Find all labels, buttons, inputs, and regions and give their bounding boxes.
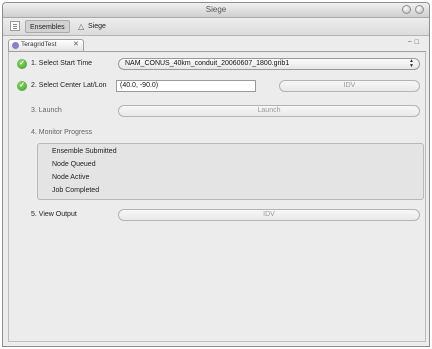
- step-label: 3. Launch: [31, 107, 62, 114]
- step-monitor-progress: 4. Monitor Progress: [9, 129, 427, 141]
- start-time-select[interactable]: NAM_CONUS_40km_conduit_20060607_1800.gri…: [118, 58, 420, 70]
- progress-item: Ensemble Submitted: [52, 148, 117, 155]
- app-window: Siege Ensembles △ Siege TeragridTest ✕ −…: [2, 2, 430, 347]
- step-select-start-time: ✓ 1. Select Start Time NAM_CONUS_40km_co…: [9, 58, 427, 70]
- center-idv-button[interactable]: IDV: [279, 80, 420, 92]
- view-tab-bar: TeragridTest ✕ −□: [8, 39, 426, 52]
- progress-item: Job Completed: [52, 187, 100, 194]
- perspective-ensembles[interactable]: Ensembles: [25, 20, 70, 33]
- ensemble-icon: [12, 42, 19, 49]
- window-minimize-button[interactable]: [402, 5, 411, 14]
- progress-item: Node Active: [52, 174, 90, 181]
- ensemble-panel: ✓ 1. Select Start Time NAM_CONUS_40km_co…: [8, 52, 426, 342]
- view-maximize-icon[interactable]: □: [415, 39, 422, 46]
- launch-button[interactable]: Launch: [118, 105, 420, 117]
- siege-icon: △: [78, 22, 85, 31]
- perspective-siege-label: Siege: [88, 23, 106, 30]
- check-icon: ✓: [17, 81, 27, 91]
- step-label: 4. Monitor Progress: [31, 129, 93, 136]
- tab-teragridtest[interactable]: TeragridTest ✕: [8, 39, 84, 51]
- step-label: 1. Select Start Time: [31, 60, 93, 67]
- step-label: 5. View Output: [31, 211, 77, 218]
- view-minimize-icon[interactable]: −: [408, 39, 415, 46]
- step-launch: 3. Launch Launch: [9, 105, 427, 117]
- check-icon: ✓: [17, 59, 27, 69]
- step-view-output: 5. View Output IDV: [9, 209, 427, 221]
- window-zoom-button[interactable]: [415, 5, 424, 14]
- step-select-center: ✓ 2. Select Center Lat/Lon (40.0, -90.0)…: [9, 80, 427, 92]
- progress-list: Ensemble Submitted Node Queued Node Acti…: [37, 143, 424, 200]
- center-latlon-field[interactable]: (40.0, -90.0): [116, 80, 256, 92]
- perspective-toolbar: Ensembles △ Siege: [3, 18, 429, 36]
- view-controls: −□: [408, 39, 422, 46]
- start-time-value: NAM_CONUS_40km_conduit_20060607_1800.gri…: [125, 60, 290, 67]
- window-title: Siege: [205, 5, 227, 14]
- perspective-ensembles-label: Ensembles: [30, 24, 65, 31]
- tab-close-icon[interactable]: ✕: [73, 40, 79, 48]
- title-bar[interactable]: Siege: [3, 3, 429, 18]
- perspective-siege[interactable]: △ Siege: [76, 20, 110, 33]
- view-output-idv-button[interactable]: IDV: [118, 209, 420, 221]
- progress-item: Node Queued: [52, 161, 96, 168]
- open-perspective-icon[interactable]: [10, 21, 20, 31]
- tab-label: TeragridTest: [21, 41, 57, 48]
- select-arrows-icon: ▲ ▼: [409, 58, 414, 69]
- step-label: 2. Select Center Lat/Lon: [31, 82, 107, 89]
